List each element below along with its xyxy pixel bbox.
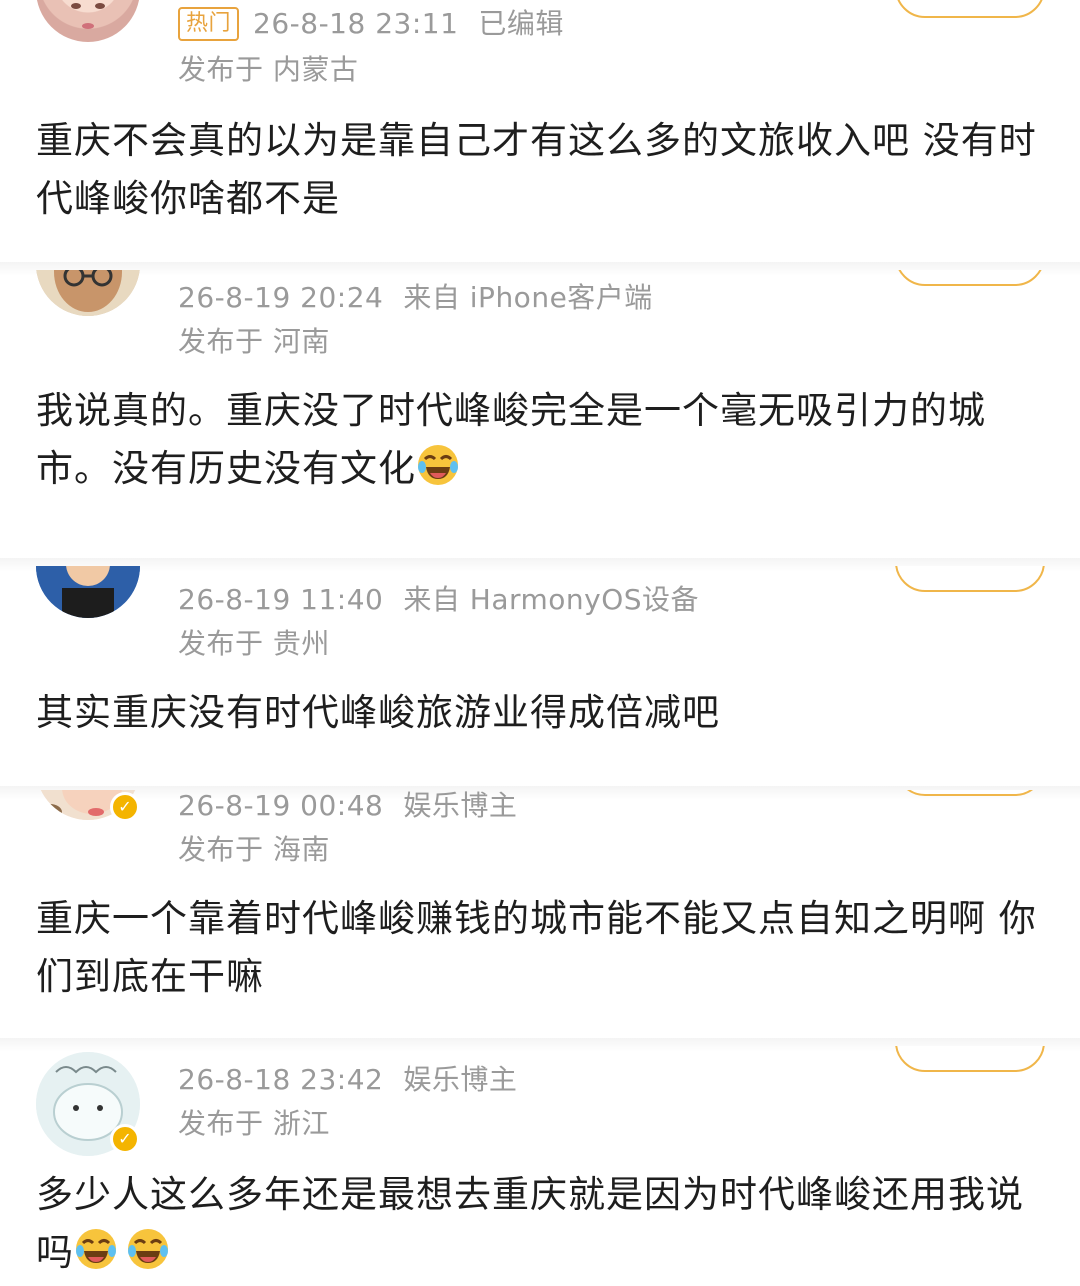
comment-2: 26-8-19 20:24 来自 iPhone客户端 发布于 河南 我说真的。重庆… [0,270,1080,560]
comment-time: 26-8-19 00:48 [178,790,384,822]
comment-text: 我说真的。重庆没了时代峰峻完全是一个毫无吸引力的城市。没有历史没有文化 [36,382,1046,498]
verified-badge-icon: ✓ [110,792,140,822]
comment-text: 重庆一个靠着时代峰峻赚钱的城市能不能又点自知之明啊 你们到底在干嘛 [36,897,1037,998]
comment-source: 娱乐博主 [403,1063,518,1096]
comment-4: ✓ 26-8-19 00:48 娱乐博主 发布于 海南 重庆一个靠着时代峰峻赚钱的… [0,790,1080,1040]
comment-text: 重庆不会真的以为是靠自己才有这么多的文旅收入吧 没有时代峰峻你啥都不是 [36,119,1037,220]
follow-button[interactable] [895,790,1045,796]
comment-location: 发布于 浙江 [178,1107,330,1140]
follow-button[interactable] [895,270,1045,286]
comment-time: 26-8-18 23:42 [178,1063,384,1096]
comment-3: 26-8-19 11:40 来自 HarmonyOS设备 发布于 贵州 其实重庆没… [0,566,1080,788]
follow-button[interactable] [895,566,1045,592]
avatar[interactable] [36,0,140,42]
comment-meta: 26-8-19 00:48 娱乐博主 [178,790,517,824]
comment-location: 发布于 海南 [178,833,330,866]
comment-5: ✓ 26-8-18 23:42 娱乐博主 发布于 浙江 多少人这么多年还是最想去重… [0,1046,1080,1286]
verified-badge-icon: ✓ [110,1124,140,1154]
comment-time: 26-8-18 23:11 [253,7,459,40]
comment-meta: 26-8-18 23:42 娱乐博主 [178,1058,517,1098]
comment-meta: 26-8-19 11:40 来自 HarmonyOS设备 [178,578,699,618]
avatar[interactable] [36,566,140,618]
laughing-crying-face-icon [128,1229,168,1269]
avatar[interactable] [36,270,140,316]
comment-source: 来自 iPhone客户端 [403,281,653,314]
comment-text: 其实重庆没有时代峰峻旅游业得成倍减吧 [36,691,720,734]
comment-text-content: 我说真的。重庆没了时代峰峻完全是一个毫无吸引力的城市。没有历史没有文化 [36,389,986,490]
edited-label: 已编辑 [478,7,564,40]
follow-button[interactable] [895,0,1045,18]
comment-source: 来自 HarmonyOS设备 [403,583,700,616]
comment-location: 发布于 内蒙古 [178,53,359,86]
laughing-crying-face-icon [76,1229,116,1269]
hot-tag: 热门 [178,7,240,41]
follow-button[interactable] [895,1046,1045,1072]
comment-location: 发布于 河南 [178,325,330,358]
comment-time: 26-8-19 20:24 [178,281,384,314]
comment-1: 热门 26-8-18 23:11 已编辑 发布于 内蒙古 重庆不会真的以为是靠自己才… [0,0,1080,262]
comment-meta: 热门 26-8-18 23:11 已编辑 [178,2,564,42]
comment-time: 26-8-19 11:40 [178,583,384,616]
comment-source: 娱乐博主 [403,790,518,822]
comment-meta: 26-8-19 20:24 来自 iPhone客户端 [178,276,653,316]
laughing-crying-face-icon [418,445,458,485]
comment-location: 发布于 贵州 [178,627,330,660]
comment-text: 多少人这么多年还是最想去重庆就是因为时代峰峻还用我说吗 [36,1166,1046,1282]
comment-text-content: 多少人这么多年还是最想去重庆就是因为时代峰峻还用我说吗 [36,1173,1024,1274]
